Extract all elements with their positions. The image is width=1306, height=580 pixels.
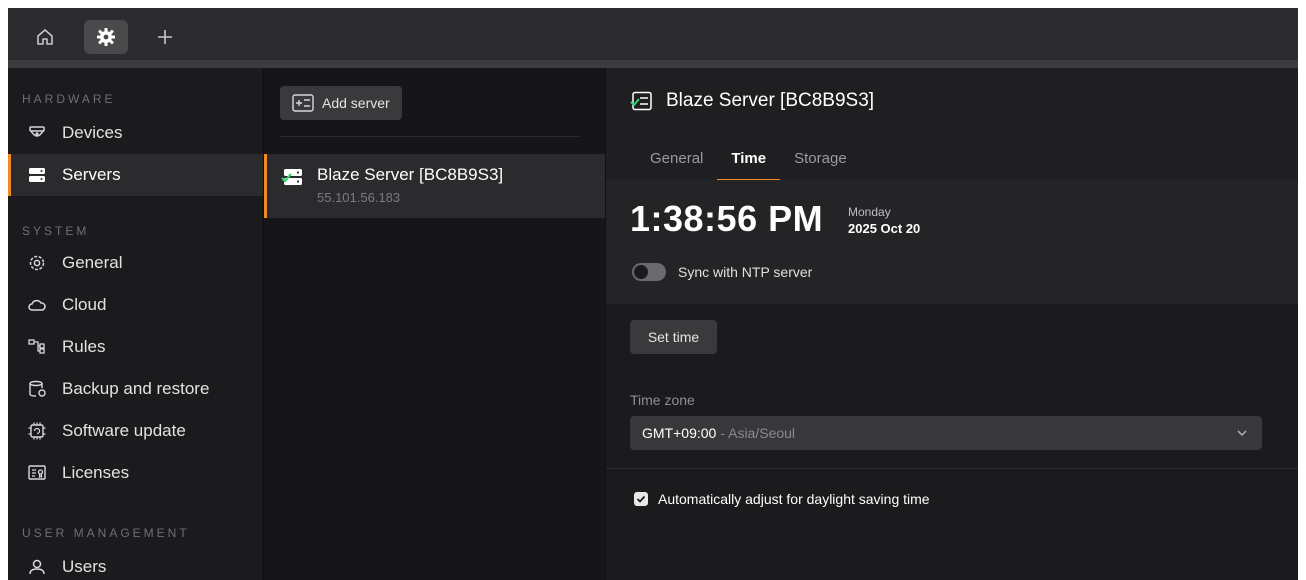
chevron-down-icon <box>1236 427 1248 439</box>
database-restore-icon <box>26 378 48 400</box>
camera-icon <box>26 122 48 144</box>
chip-update-icon <box>26 420 48 442</box>
detail-title-text: Blaze Server [BC8B9S3] <box>666 90 875 111</box>
server-list-panel: Add server Blaze Server [BC8B9S3] 55.101… <box>263 68 606 580</box>
current-day: Monday <box>848 205 891 219</box>
timezone-offset: GMT+09:00 <box>642 425 717 441</box>
sidebar-item-backup-and-restore[interactable]: Backup and restore <box>8 368 263 410</box>
sidebar-item-label: Users <box>62 557 107 576</box>
checkmark-icon <box>636 495 646 503</box>
sidebar-item-licenses[interactable]: Licenses <box>8 452 263 494</box>
sidebar-item-label: Cloud <box>62 295 107 314</box>
detail-tabs: General Time Storage <box>636 144 861 181</box>
sidebar-item-label: General <box>62 253 123 272</box>
license-icon <box>26 462 48 484</box>
plus-icon <box>158 30 172 44</box>
current-date: 2025 Oct 20 <box>848 221 921 236</box>
sidebar-item-label: Backup and restore <box>62 379 210 398</box>
settings-tab[interactable] <box>84 20 128 54</box>
sidebar-item-general[interactable]: General <box>8 242 263 284</box>
current-time: 1:38:56 PM <box>630 198 824 239</box>
set-time-button[interactable]: Set time <box>630 320 717 354</box>
sidebar-item-rules[interactable]: Rules <box>8 326 263 368</box>
list-divider <box>280 136 580 137</box>
tabbar-divider <box>8 60 1298 68</box>
app-window: HARDWARE Devices Servers SYSTEM General <box>8 8 1298 580</box>
user-icon <box>26 556 48 578</box>
timezone-label: Time zone <box>630 392 695 408</box>
add-server-button[interactable]: Add server <box>280 86 402 120</box>
sidebar-item-users[interactable]: Users <box>8 546 263 580</box>
ntp-sync-label: Sync with NTP server <box>678 264 813 280</box>
sidebar-item-label: Software update <box>62 421 186 440</box>
tab-storage[interactable]: Storage <box>780 144 861 181</box>
sidebar: HARDWARE Devices Servers SYSTEM General <box>8 68 263 580</box>
gear-icon <box>97 28 115 46</box>
server-ip: 55.101.56.183 <box>317 190 401 205</box>
server-name: Blaze Server [BC8B9S3] <box>317 165 504 184</box>
section-divider <box>606 468 1298 469</box>
section-label-user-management: USER MANAGEMENT <box>22 526 190 540</box>
clock-area: 1:38:56 PM Monday 2025 Oct 20 Sync with … <box>606 180 1298 304</box>
server-detail-panel: Blaze Server [BC8B9S3] General Time Stor… <box>605 68 1298 580</box>
ntp-sync-toggle[interactable] <box>632 263 666 281</box>
dst-checkbox[interactable] <box>634 492 648 506</box>
section-label-hardware: HARDWARE <box>22 92 116 106</box>
tab-general[interactable]: General <box>636 144 717 181</box>
toggle-knob <box>634 265 648 279</box>
sidebar-item-label: Rules <box>62 337 106 356</box>
add-tab-button[interactable] <box>148 20 182 54</box>
top-tab-bar <box>8 8 1298 60</box>
rules-icon <box>26 336 48 358</box>
sidebar-item-label: Devices <box>62 123 123 142</box>
sidebar-item-cloud[interactable]: Cloud <box>8 284 263 326</box>
section-label-system: SYSTEM <box>22 224 90 238</box>
server-status-icon <box>630 91 654 111</box>
tab-time[interactable]: Time <box>717 144 781 181</box>
sidebar-item-label: Licenses <box>62 463 130 482</box>
dst-label: Automatically adjust for daylight saving… <box>658 491 930 507</box>
timezone-region: - Asia/Seoul <box>720 425 796 441</box>
sidebar-item-software-update[interactable]: Software update <box>8 410 263 452</box>
gear-icon <box>26 252 48 274</box>
detail-header: Blaze Server [BC8B9S3] General Time Stor… <box>606 68 1298 181</box>
home-tab[interactable] <box>28 20 62 54</box>
add-server-icon <box>292 94 314 112</box>
page-title: Blaze Server [BC8B9S3] <box>630 90 874 112</box>
sidebar-item-label: Servers <box>62 165 121 184</box>
server-icon <box>26 164 48 186</box>
sidebar-item-servers[interactable]: Servers <box>8 154 263 196</box>
server-list-item[interactable]: Blaze Server [BC8B9S3] 55.101.56.183 <box>264 154 606 218</box>
home-icon <box>37 29 53 45</box>
sidebar-item-devices[interactable]: Devices <box>8 112 263 154</box>
server-online-icon <box>281 166 305 193</box>
cloud-icon <box>26 294 48 316</box>
timezone-select[interactable]: GMT+09:00 - Asia/Seoul <box>630 416 1262 450</box>
add-server-label: Add server <box>322 95 390 111</box>
